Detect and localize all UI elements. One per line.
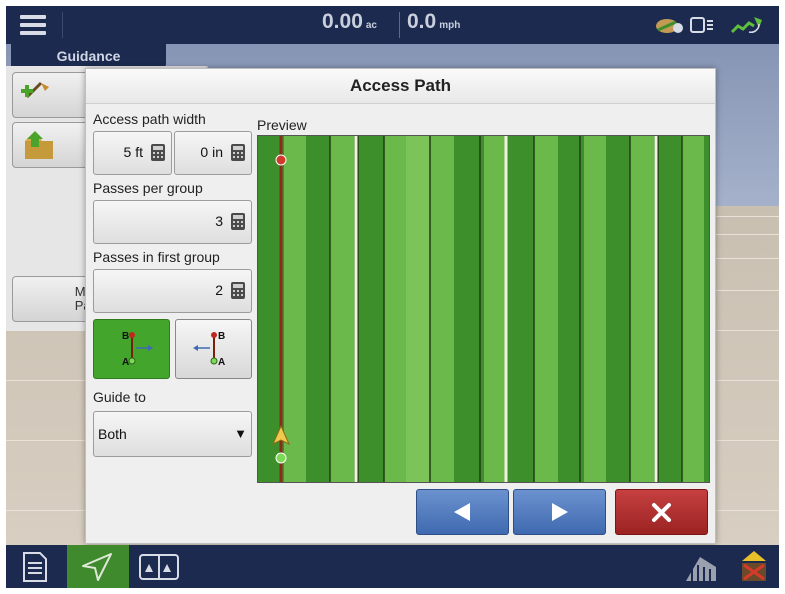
dialog-title: Access Path (86, 69, 715, 104)
previous-button[interactable] (416, 489, 509, 535)
access-path-dialog: Access Path Access path width 5 ft 0 in … (85, 68, 716, 544)
folder-icon (25, 131, 53, 159)
a-letter: A (218, 357, 225, 368)
passes-first-group-field[interactable]: 2 (93, 269, 252, 313)
area-value: 0.00 (322, 10, 363, 33)
access-path-preview (257, 135, 710, 483)
area-unit: ac (365, 20, 377, 31)
next-button[interactable] (513, 489, 606, 535)
dropdown-arrow-icon: ▼ (234, 426, 247, 441)
speed-unit: mph (439, 20, 461, 31)
warning-field-icon (742, 551, 766, 581)
direction-a-to-b-right-button[interactable]: B A (93, 319, 170, 379)
calculator-icon (231, 144, 245, 161)
speed-readout: 0.0 mph (407, 10, 460, 34)
access-path-inches-field[interactable]: 0 in (174, 131, 252, 175)
x-icon (652, 503, 671, 522)
ab-right-arrow-icon: B A (122, 331, 153, 368)
passes-first-group-label: Passes in first group (93, 249, 220, 265)
field-warning-button[interactable] (732, 545, 776, 588)
connectivity-icon[interactable] (656, 19, 683, 33)
speed-value: 0.0 (407, 10, 437, 33)
implement-button[interactable] (678, 545, 724, 588)
split-screen-button[interactable] (132, 545, 187, 588)
calculator-icon (151, 144, 165, 161)
calculator-icon (231, 282, 245, 299)
triangle-right-icon (552, 503, 568, 521)
b-letter: B (218, 331, 225, 342)
point-a-marker (275, 452, 287, 464)
passes-first-group-value: 2 (215, 282, 223, 298)
area-readout: 0.00 ac (322, 10, 377, 34)
b-letter: B (122, 331, 129, 342)
passes-per-group-field[interactable]: 3 (93, 200, 252, 244)
display-sync-icon[interactable] (690, 17, 713, 33)
document-button[interactable] (6, 545, 64, 588)
feet-value: 5 ft (123, 144, 143, 160)
passes-per-group-value: 3 (215, 213, 223, 229)
access-path-width-label: Access path width (93, 111, 206, 127)
triangle-left-icon (454, 503, 470, 521)
guide-to-select[interactable]: Both ▼ (93, 411, 252, 457)
guidance-tab[interactable]: Guidance (11, 44, 166, 68)
passes-per-group-label: Passes per group (93, 180, 203, 196)
direction-a-to-b-left-button[interactable]: B A (175, 319, 252, 379)
gps-signal-icon[interactable] (730, 17, 762, 34)
preview-field-graphic (258, 136, 709, 482)
implement-icon (686, 557, 716, 581)
access-path-feet-field[interactable]: 5 ft (93, 131, 172, 175)
document-icon (23, 552, 47, 582)
cancel-button[interactable] (615, 489, 708, 535)
status-icons (654, 12, 774, 43)
display-screen: 0.00 ac 0.0 mph Guidance Access Path Acc… (6, 6, 779, 588)
bottom-toolbar (6, 545, 779, 588)
calculator-icon (231, 213, 245, 230)
preview-label: Preview (257, 117, 307, 133)
guide-to-value: Both (98, 426, 127, 442)
menu-icon[interactable] (14, 12, 54, 38)
point-b-marker (275, 154, 287, 166)
split-screen-icon (139, 554, 179, 580)
guidance-nav-button[interactable] (67, 545, 129, 588)
guidance-arrow-icon (82, 553, 112, 581)
top-status-bar: 0.00 ac 0.0 mph (6, 6, 779, 44)
a-letter: A (122, 357, 129, 368)
ab-left-arrow-icon: B A (193, 331, 225, 368)
guide-to-label: Guide to (93, 389, 146, 405)
inches-value: 0 in (200, 144, 223, 160)
new-pattern-icon (21, 81, 49, 99)
